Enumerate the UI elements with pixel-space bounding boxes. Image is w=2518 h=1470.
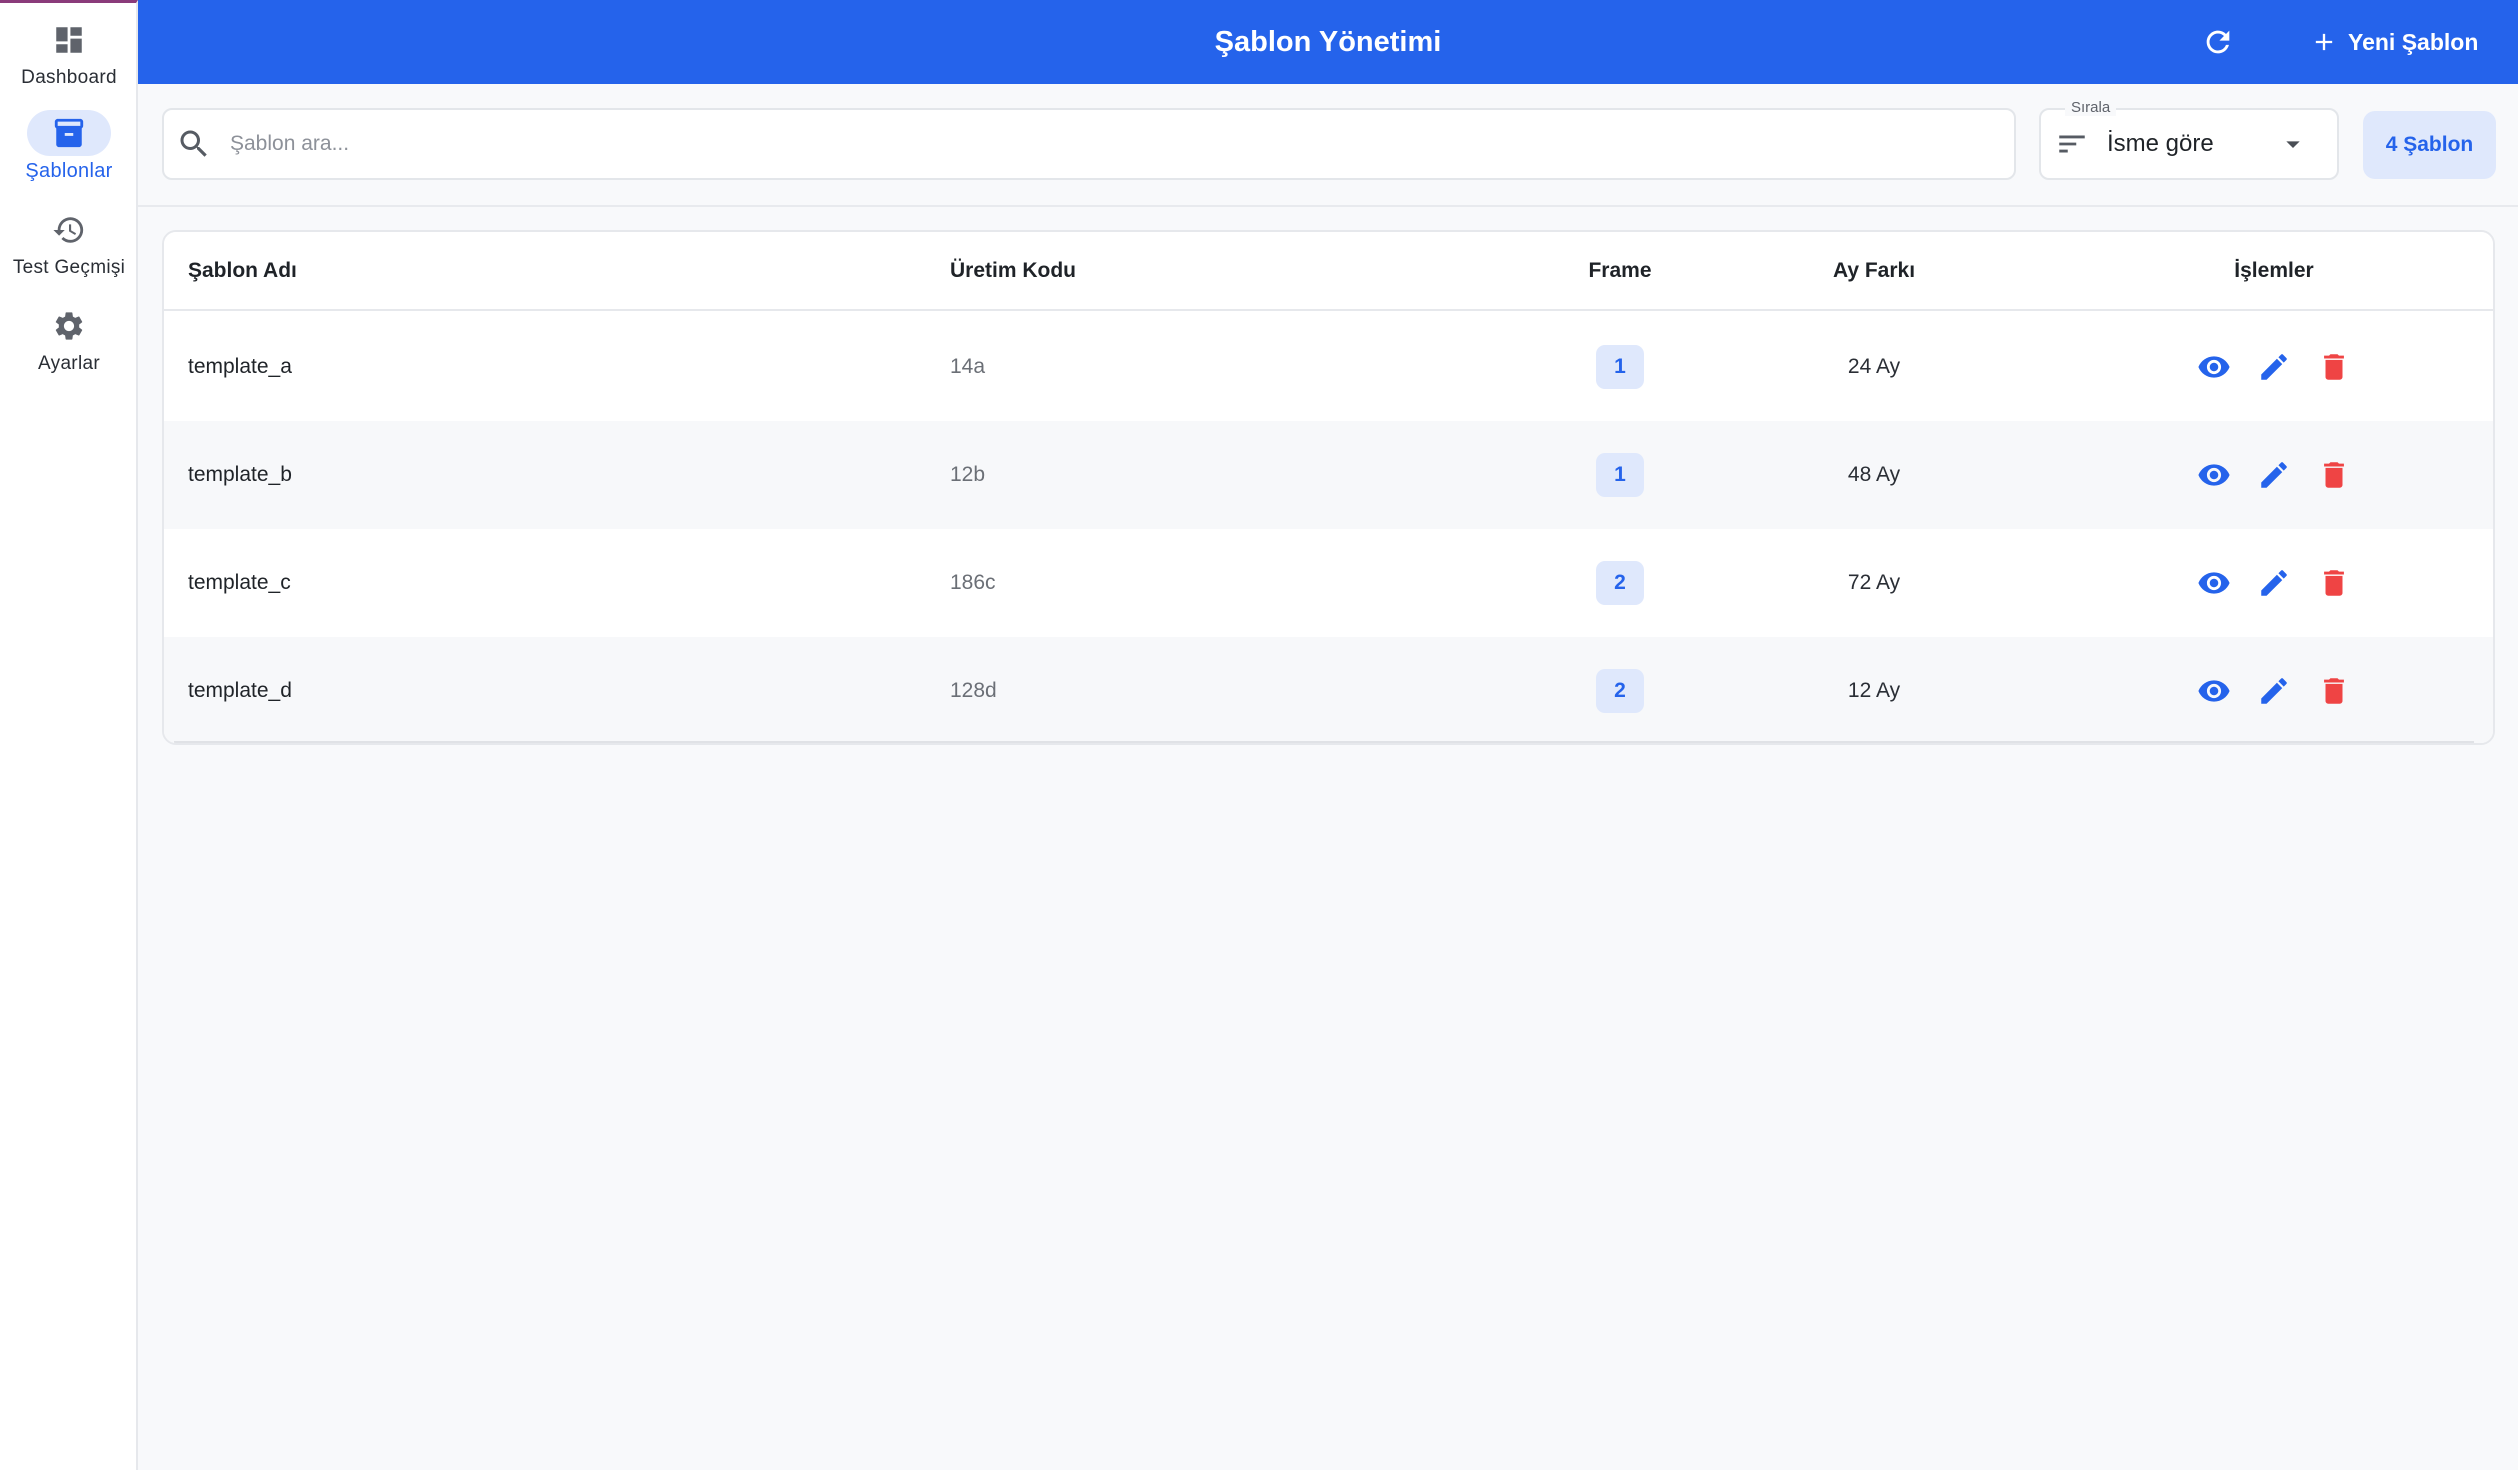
view-icon xyxy=(2198,680,2230,702)
gear-icon xyxy=(55,312,83,340)
templates-table: Şablon Adı Üretim Kodu Frame Ay Farkı İş… xyxy=(162,230,2495,745)
delete-button[interactable] xyxy=(2314,347,2354,387)
edit-button[interactable] xyxy=(2254,455,2294,495)
cell-name: template_a xyxy=(188,355,292,378)
table-row[interactable]: template_c 186c 2 72 Ay xyxy=(164,529,2493,637)
view-button[interactable] xyxy=(2194,455,2234,495)
sidebar-item-label: Dashboard xyxy=(21,67,117,88)
edit-button[interactable] xyxy=(2254,347,2294,387)
edit-button[interactable] xyxy=(2254,671,2294,711)
refresh-button[interactable] xyxy=(2196,20,2240,64)
delete-button[interactable] xyxy=(2314,563,2354,603)
sort-select[interactable]: Sırala İsme göre xyxy=(2039,99,2339,180)
top-app-bar: Şablon Yönetimi Yeni Şablon xyxy=(138,0,2518,84)
cell-code: 186c xyxy=(950,571,996,594)
delete-button[interactable] xyxy=(2314,455,2354,495)
cell-month-diff: 12 Ay xyxy=(1847,679,1901,702)
cell-month-diff: 48 Ay xyxy=(1847,463,1901,486)
sort-icon xyxy=(2059,135,2085,153)
cell-name: template_b xyxy=(188,463,292,486)
cell-code: 12b xyxy=(950,463,986,486)
sort-value: İsme göre xyxy=(2107,130,2214,157)
cell-code: 128d xyxy=(950,679,997,702)
table-row[interactable]: template_b 12b 1 48 Ay xyxy=(164,421,2493,529)
refresh-icon xyxy=(2206,30,2230,54)
delete-icon xyxy=(2324,678,2344,704)
frame-badge: 2 xyxy=(1596,561,1644,605)
sidebar-item-label: Test Geçmişi xyxy=(12,257,126,278)
dashboard-icon xyxy=(56,27,82,53)
app-root: Dashboard Şablonlar Test Geçmişi Ayarlar… xyxy=(0,0,2518,1470)
table-row[interactable]: template_d 128d 2 12 Ay xyxy=(164,637,2493,743)
cell-name: template_c xyxy=(188,571,291,594)
sidebar-item-settings[interactable]: Ayarlar xyxy=(0,303,138,375)
table-row[interactable]: template_a 14a 1 24 Ay xyxy=(164,313,2493,421)
edit-icon xyxy=(2261,570,2287,596)
delete-icon xyxy=(2324,354,2344,380)
template-count-badge: 4 Şablon xyxy=(2363,111,2496,179)
sort-label: Sırala xyxy=(2065,99,2117,116)
sidebar-item-dashboard[interactable]: Dashboard xyxy=(0,17,138,89)
delete-button[interactable] xyxy=(2314,671,2354,711)
sidebar-item-label: Şablonlar xyxy=(25,160,113,182)
page-title: Şablon Yönetimi xyxy=(1214,25,1442,58)
view-icon xyxy=(2198,464,2230,486)
search-icon xyxy=(180,130,207,157)
sidebar: Dashboard Şablonlar Test Geçmişi Ayarlar xyxy=(0,0,138,1470)
view-button[interactable] xyxy=(2194,671,2234,711)
view-icon xyxy=(2198,356,2230,378)
chevron-down-icon xyxy=(2286,141,2300,148)
plus-icon xyxy=(2315,33,2333,51)
sidebar-item-test-history[interactable]: Test Geçmişi xyxy=(0,207,138,279)
column-header-code[interactable]: Üretim Kodu xyxy=(950,232,1076,309)
table-footer-divider xyxy=(174,741,2474,743)
delete-icon xyxy=(2324,570,2344,596)
frame-badge: 1 xyxy=(1596,345,1644,389)
cell-code: 14a xyxy=(950,355,986,378)
archive-icon xyxy=(54,118,84,148)
search-field[interactable] xyxy=(162,108,2016,180)
frame-badge: 1 xyxy=(1596,453,1644,497)
view-button[interactable] xyxy=(2194,563,2234,603)
sidebar-item-templates[interactable]: Şablonlar xyxy=(0,110,138,183)
column-header-frame[interactable]: Frame xyxy=(1540,232,1700,309)
column-header-month-diff[interactable]: Ay Farkı xyxy=(1794,232,1954,309)
column-header-name[interactable]: Şablon Adı xyxy=(188,232,297,309)
cell-month-diff: 24 Ay xyxy=(1847,355,1901,378)
edit-icon xyxy=(2261,354,2287,380)
history-icon xyxy=(53,217,84,243)
edit-icon xyxy=(2261,462,2287,488)
view-icon xyxy=(2198,572,2230,594)
frame-badge: 2 xyxy=(1596,669,1644,713)
cell-name: template_d xyxy=(188,679,292,702)
new-template-button[interactable]: Yeni Şablon xyxy=(2298,18,2490,66)
sidebar-item-label: Ayarlar xyxy=(38,353,100,374)
search-input[interactable] xyxy=(230,132,1930,156)
table-header: Şablon Adı Üretim Kodu Frame Ay Farkı İş… xyxy=(164,232,2493,311)
divider xyxy=(138,205,2518,207)
view-button[interactable] xyxy=(2194,347,2234,387)
edit-icon xyxy=(2261,678,2287,704)
column-header-actions: İşlemler xyxy=(2234,258,2314,282)
new-template-label: Yeni Şablon xyxy=(2348,28,2479,55)
cell-month-diff: 72 Ay xyxy=(1847,571,1901,594)
delete-icon xyxy=(2324,462,2344,488)
edit-button[interactable] xyxy=(2254,563,2294,603)
